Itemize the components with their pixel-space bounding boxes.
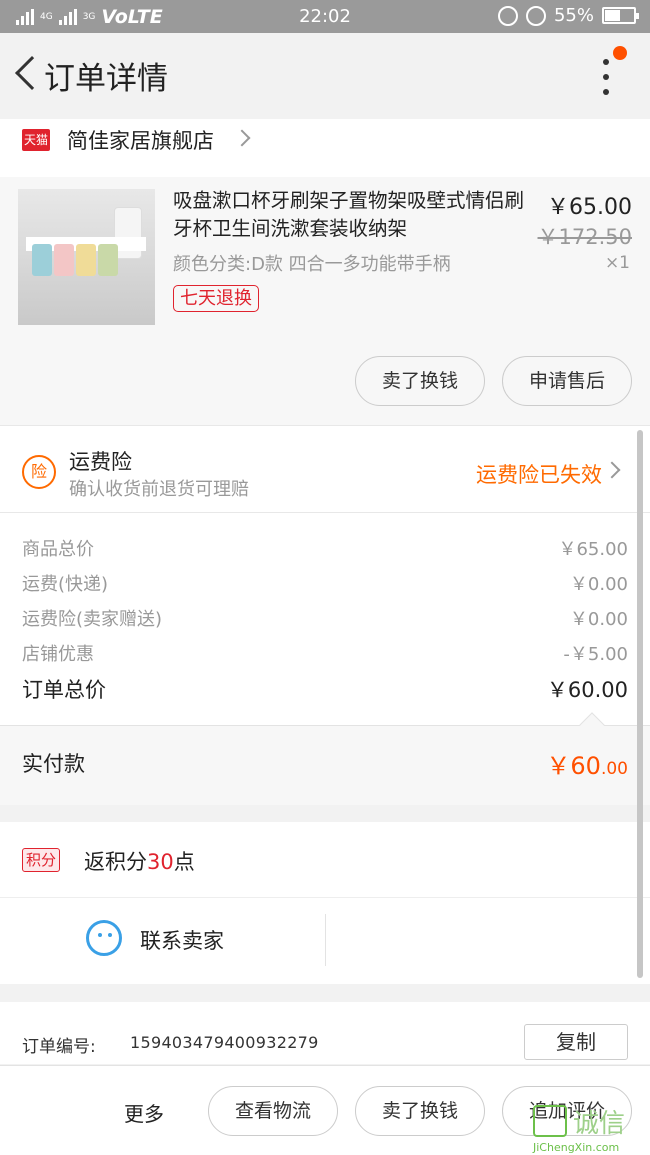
price-row-goods: 商品总价 ￥65.00: [22, 539, 628, 560]
watermark-text: 诚信: [573, 1109, 626, 1139]
divider: [325, 914, 326, 966]
view-logistics-button[interactable]: 查看物流: [208, 1086, 338, 1136]
original-price: ￥172.50: [537, 225, 632, 249]
chevron-right-icon: [233, 129, 251, 147]
order-total-label: 订单总价: [22, 678, 106, 702]
actual-payment-label: 实付款: [22, 752, 85, 776]
actual-payment-row: 实付款 ￥60.00: [0, 712, 650, 805]
product-spec: 颜色分类:D款 四合一多功能带手柄: [173, 254, 451, 275]
contact-seller-button[interactable]: 联系卖家: [140, 925, 224, 955]
points-row: 积分 返积分30点: [0, 822, 650, 898]
alarm-icon: [525, 5, 546, 26]
battery-percent: 55%: [553, 5, 594, 26]
shipping-insurance-row[interactable]: 险 运费险 确认收货前退货可理赔 运费险已失效: [0, 425, 650, 513]
sell-button-bottom[interactable]: 卖了换钱: [355, 1086, 485, 1136]
scrollbar[interactable]: [637, 430, 643, 978]
after-sale-button[interactable]: 申请售后: [502, 356, 632, 406]
chat-icon[interactable]: [86, 920, 122, 956]
order-total-value: ￥60.00: [546, 678, 628, 702]
status-right: 55%: [497, 5, 639, 26]
insurance-subtitle: 确认收货前退货可理赔: [69, 479, 249, 500]
battery-icon: [602, 7, 639, 24]
actual-payment-amount: ￥60.00: [546, 752, 628, 780]
product-price: ￥65.00: [547, 195, 632, 220]
watermark-sub: JiChengXin.com: [533, 1141, 620, 1154]
rotation-lock-icon: [497, 5, 518, 26]
chevron-right-icon: [603, 461, 621, 479]
insurance-status: 运费险已失效: [476, 463, 602, 487]
points-icon: 积分: [22, 848, 61, 872]
copy-button[interactable]: 复制: [524, 1024, 628, 1060]
watermark-logo: 诚信 JiChengXin.com: [531, 1103, 650, 1155]
order-number-row: 订单编号: 159403479400932279 复制: [0, 1002, 650, 1064]
contact-row: 联系卖家: [0, 898, 650, 984]
tmall-icon: 天猫: [22, 129, 50, 151]
price-detail: 商品总价 ￥65.00 运费(快递) ￥0.00 运费险(卖家赠送) ￥0.00…: [0, 513, 650, 725]
nav-bar: 订单详情: [0, 33, 650, 119]
price-row-shipping: 运费(快递) ￥0.00: [22, 574, 628, 595]
order-total-row: 订单总价 ￥60.00: [22, 674, 628, 704]
price-row-discount: 店铺优惠 -￥5.00: [22, 644, 628, 665]
sell-button[interactable]: 卖了换钱: [355, 356, 485, 406]
shop-row[interactable]: 天猫 简佳家居旗舰店: [0, 119, 650, 177]
battery-fill: [605, 10, 621, 21]
order-number-label: 订单编号:: [22, 1037, 96, 1057]
more-options-icon[interactable]: [600, 59, 612, 95]
product-image[interactable]: [18, 189, 155, 325]
insurance-title: 运费险: [69, 450, 132, 474]
price-row-insurance: 运费险(卖家赠送) ￥0.00: [22, 609, 628, 630]
page-title: 订单详情: [44, 61, 168, 97]
status-bar: 4G 3G VoLTE 22:02 55%: [0, 0, 650, 33]
seven-day-return-badge: 七天退换: [173, 285, 259, 312]
product-title[interactable]: 吸盘漱口杯牙刷架子置物架吸壁式情侣刷牙杯卫生间洗漱套装收纳架: [173, 187, 528, 243]
points-text: 返积分30点: [84, 850, 195, 874]
insurance-icon: 险: [22, 455, 56, 489]
product-card[interactable]: 吸盘漱口杯牙刷架子置物架吸壁式情侣刷牙杯卫生间洗漱套装收纳架 颜色分类:D款 四…: [0, 177, 650, 425]
watermark-icon: [533, 1105, 567, 1137]
notification-dot: [613, 46, 627, 60]
order-number-value: 159403479400932279: [130, 1033, 319, 1052]
shop-name: 简佳家居旗舰店: [67, 129, 214, 153]
more-button[interactable]: 更多: [124, 1098, 164, 1127]
product-quantity: ×1: [604, 253, 630, 273]
